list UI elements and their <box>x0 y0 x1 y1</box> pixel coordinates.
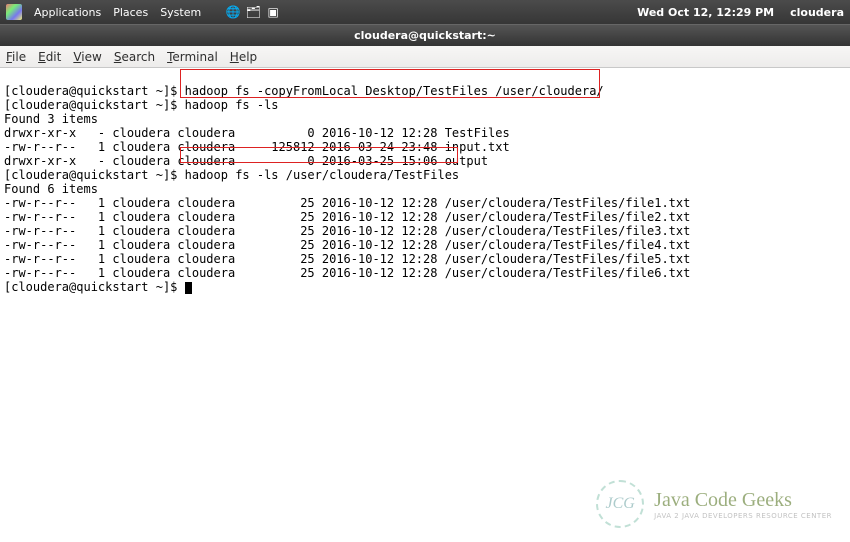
term-line: -rw-r--r-- 1 cloudera cloudera 25 2016-1… <box>4 252 690 266</box>
panel-system[interactable]: System <box>160 6 201 19</box>
term-line: drwxr-xr-x - cloudera cloudera 0 2016-03… <box>4 154 488 168</box>
term-line: -rw-r--r-- 1 cloudera cloudera 125812 20… <box>4 140 510 154</box>
terminal-launcher-icon[interactable]: ▣ <box>265 4 281 20</box>
window-titlebar[interactable]: cloudera@quickstart:~ <box>0 24 850 46</box>
watermark-logo-icon: JCG <box>596 480 644 528</box>
menu-file[interactable]: File <box>6 50 26 64</box>
term-line: Found 6 items <box>4 182 98 196</box>
distro-icon <box>6 4 22 20</box>
term-line: [cloudera@quickstart ~]$ hadoop fs -ls /… <box>4 168 459 182</box>
watermark-subtitle: Java 2 Java Developers Resource Center <box>654 512 832 520</box>
watermark-title: Java Code Geeks <box>654 489 832 512</box>
term-line: drwxr-xr-x - cloudera cloudera 0 2016-10… <box>4 126 510 140</box>
menu-help[interactable]: Help <box>230 50 257 64</box>
system-panel: Applications Places System 🌐 🗂 ▣ Wed Oct… <box>0 0 850 24</box>
term-line: -rw-r--r-- 1 cloudera cloudera 25 2016-1… <box>4 238 690 252</box>
watermark: JCG Java Code Geeks Java 2 Java Develope… <box>596 480 832 528</box>
files-icon[interactable]: 🗂 <box>245 4 261 20</box>
panel-applications[interactable]: Applications <box>34 6 101 19</box>
term-prompt: [cloudera@quickstart ~]$ <box>4 280 185 294</box>
term-line: Found 3 items <box>4 112 98 126</box>
panel-places[interactable]: Places <box>113 6 148 19</box>
term-line: [cloudera@quickstart ~]$ hadoop fs -copy… <box>4 84 604 98</box>
window-title: cloudera@quickstart:~ <box>354 29 496 42</box>
menu-view[interactable]: View <box>73 50 101 64</box>
term-line: -rw-r--r-- 1 cloudera cloudera 25 2016-1… <box>4 266 690 280</box>
terminal-output[interactable]: [cloudera@quickstart ~]$ hadoop fs -copy… <box>0 68 850 542</box>
menu-search[interactable]: Search <box>114 50 155 64</box>
panel-clock[interactable]: Wed Oct 12, 12:29 PM <box>637 6 774 19</box>
term-line: -rw-r--r-- 1 cloudera cloudera 25 2016-1… <box>4 224 690 238</box>
cursor-icon <box>185 282 192 294</box>
panel-user[interactable]: cloudera <box>790 6 844 19</box>
menu-terminal[interactable]: Terminal <box>167 50 218 64</box>
browser-icon[interactable]: 🌐 <box>225 4 241 20</box>
term-line: -rw-r--r-- 1 cloudera cloudera 25 2016-1… <box>4 210 690 224</box>
term-line: -rw-r--r-- 1 cloudera cloudera 25 2016-1… <box>4 196 690 210</box>
terminal-menubar: File Edit View Search Terminal Help <box>0 46 850 68</box>
menu-edit[interactable]: Edit <box>38 50 61 64</box>
term-line: [cloudera@quickstart ~]$ hadoop fs -ls <box>4 98 279 112</box>
